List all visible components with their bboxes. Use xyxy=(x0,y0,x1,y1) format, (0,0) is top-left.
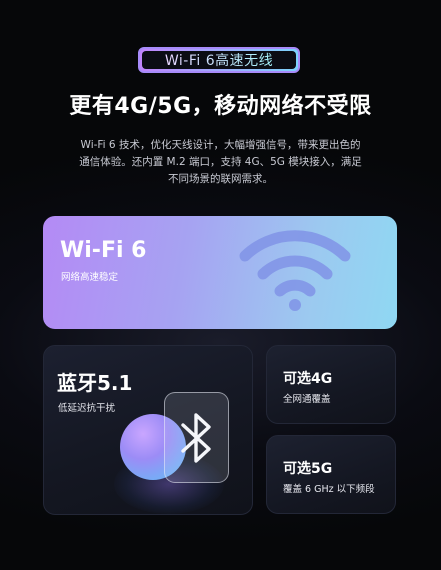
feature-badge: Wi-Fi 6高速无线 xyxy=(138,47,300,73)
bluetooth-card: 蓝牙5.1 低延迟抗干扰 xyxy=(43,345,253,515)
page-headline: 更有4G/5G，移动网络不受限 xyxy=(69,94,372,119)
bluetooth-card-title: 蓝牙5.1 xyxy=(57,371,133,395)
description-line-1: Wi-Fi 6 技术，优化天线设计，大幅增强信号，带来更出色的 xyxy=(80,139,361,151)
4g-card-title: 可选4G xyxy=(283,371,333,387)
wifi6-card-title: Wi-Fi 6 xyxy=(60,238,147,263)
glass-tile xyxy=(164,392,229,483)
feature-page: Wi-Fi 6高速无线 更有4G/5G，移动网络不受限 Wi-Fi 6 技术，优… xyxy=(0,0,441,570)
description-line-2: 通信体验。还内置 M.2 端口，支持 4G、5G 模块接入，满足 xyxy=(79,156,362,168)
5g-card-title: 可选5G xyxy=(283,461,333,477)
feature-description: Wi-Fi 6 技术，优化天线设计，大幅增强信号，带来更出色的 通信体验。还内置… xyxy=(58,137,383,188)
wifi-icon xyxy=(239,230,351,311)
badge-label: Wi-Fi 6高速无线 xyxy=(165,50,273,70)
4g-card-subtitle: 全网通覆盖 xyxy=(283,394,331,405)
bluetooth-icon xyxy=(180,412,211,463)
description-line-3: 不同场景的联网需求。 xyxy=(168,173,273,185)
wifi6-card-subtitle: 网络高速稳定 xyxy=(61,272,119,283)
optional-4g-card: 可选4G 全网通覆盖 xyxy=(266,345,396,424)
wifi6-card: Wi-Fi 6 网络高速稳定 xyxy=(43,216,397,329)
bluetooth-card-subtitle: 低延迟抗干扰 xyxy=(58,403,116,414)
optional-5g-card: 可选5G 覆盖 6 GHz 以下频段 xyxy=(266,435,396,514)
5g-card-subtitle: 覆盖 6 GHz 以下频段 xyxy=(283,484,375,495)
